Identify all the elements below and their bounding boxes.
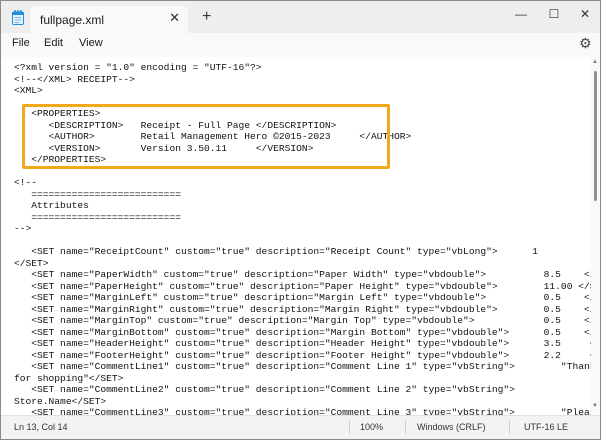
new-tab-plus-icon[interactable]: +	[202, 8, 211, 26]
notepad-window: fullpage.xml ✕ + — ☐ ✕ File Edit View ⚙ …	[0, 0, 601, 440]
menu-file[interactable]: File	[12, 37, 30, 49]
editor-line: <SET name="MarginBottom" custom="true" d…	[14, 326, 591, 338]
tab-close-icon[interactable]: ✕	[169, 10, 180, 26]
tab-title: fullpage.xml	[40, 13, 105, 27]
zoom-level[interactable]: 100%	[360, 422, 383, 432]
file-encoding[interactable]: UTF-16 LE	[524, 422, 568, 432]
menu-edit[interactable]: Edit	[44, 37, 63, 49]
editor-line: ==========================	[14, 188, 181, 200]
editor-line: <!--</XML> RECEIPT-->	[14, 73, 135, 85]
text-editor[interactable]: <?xml version = "1.0" encoding = "UTF-16…	[1, 57, 591, 415]
cursor-position: Ln 13, Col 14	[14, 422, 68, 432]
scroll-down-arrow-icon[interactable]: ▼	[592, 403, 598, 409]
maximize-icon[interactable]: ☐	[544, 7, 564, 25]
editor-line: for shopping"</SET>	[14, 372, 124, 384]
editor-line: <!--	[14, 177, 38, 188]
editor-line: <SET name="CommentLine1" custom="true" d…	[14, 361, 591, 372]
editor-line: ==========================	[14, 211, 181, 223]
settings-gear-icon[interactable]: ⚙	[579, 35, 592, 52]
minimize-icon[interactable]: —	[511, 7, 531, 25]
editor-line: <SET name="CommentLine2" custom="true" d…	[14, 384, 515, 395]
editor-line: <SET name="FooterHeight" custom="true" d…	[14, 349, 591, 361]
scroll-up-arrow-icon[interactable]: ▲	[592, 59, 598, 65]
editor-line: -->	[14, 223, 32, 234]
tab-fullpage-xml[interactable]: fullpage.xml ✕	[30, 6, 188, 33]
title-bar: fullpage.xml ✕ + — ☐ ✕	[1, 1, 600, 33]
editor-line: <SET name="ReceiptCount" custom="true" d…	[14, 246, 538, 257]
status-divider	[349, 421, 350, 434]
close-window-icon[interactable]: ✕	[575, 7, 595, 25]
vertical-scrollbar[interactable]: ▲ ▼	[591, 57, 600, 415]
status-divider	[405, 421, 406, 434]
editor-line: <?xml version = "1.0" encoding = "UTF-16…	[14, 62, 262, 73]
scrollbar-thumb[interactable]	[594, 71, 597, 201]
notepad-app-icon	[12, 10, 24, 25]
editor-line: <XML>	[14, 85, 43, 96]
editor-line: <SET name="PaperHeight" custom="true" de…	[14, 280, 591, 292]
menu-bar: File Edit View ⚙	[1, 33, 600, 57]
editor-line: <SET name="CommentLine3" custom="true" d…	[14, 407, 591, 415]
editor-line: <SET name="MarginLeft" custom="true" des…	[14, 292, 591, 303]
menu-view[interactable]: View	[79, 37, 103, 49]
status-bar: Ln 13, Col 14 100% Windows (CRLF) UTF-16…	[1, 415, 600, 439]
editor-line: Store.Name</SET>	[14, 395, 107, 407]
line-ending[interactable]: Windows (CRLF)	[417, 422, 486, 432]
editor-line: </SET>	[14, 257, 49, 269]
editor-line: <SET name="PaperWidth" custom="true" des…	[14, 269, 591, 280]
editor-line: <SET name="HeaderHeight" custom="true" d…	[14, 338, 591, 349]
editor-line: <SET name="MarginTop" custom="true" desc…	[14, 315, 591, 326]
status-divider	[509, 421, 510, 434]
editor-line: <SET name="MarginRight" custom="true" de…	[14, 303, 591, 315]
editor-line: Attributes	[14, 200, 89, 211]
properties-highlight-box	[22, 104, 390, 169]
